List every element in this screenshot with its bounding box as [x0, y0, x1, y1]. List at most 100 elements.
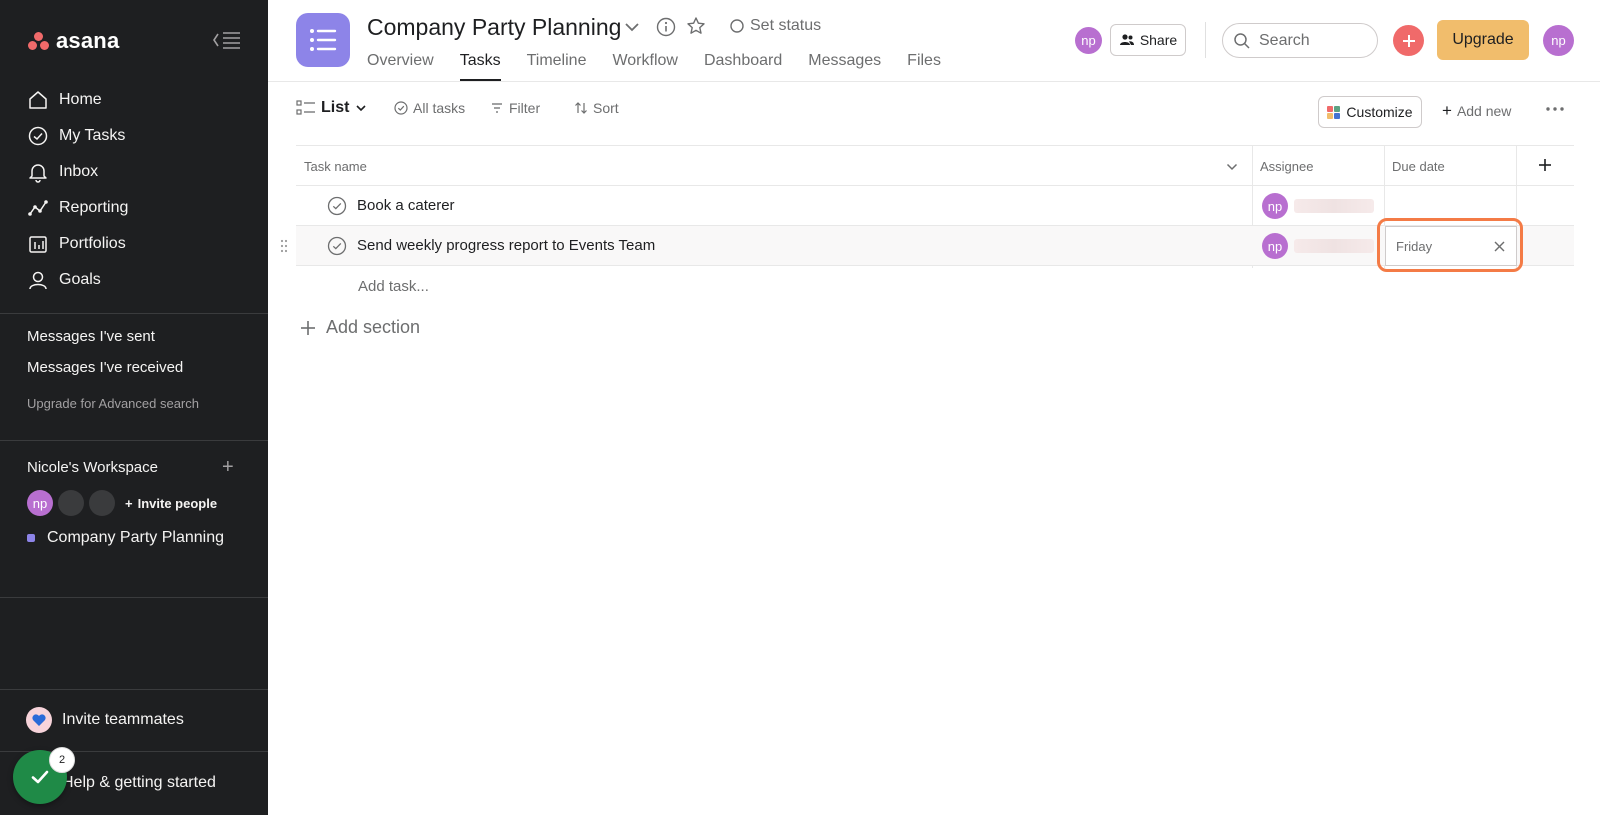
- check-circle-icon: [394, 101, 408, 115]
- messages-sent-link[interactable]: Messages I've sent: [27, 328, 155, 345]
- search-field[interactable]: [1222, 23, 1378, 58]
- share-label: Share: [1139, 32, 1178, 48]
- search-input[interactable]: [1259, 31, 1369, 50]
- view-toolbar: List All tasks Filter Sort Customize + A…: [268, 94, 1600, 130]
- sidebar-divider: [0, 597, 268, 598]
- table-row[interactable]: Book a caterer np: [296, 186, 1574, 226]
- add-task-input[interactable]: Add task...: [358, 278, 429, 295]
- task-name[interactable]: Book a caterer: [357, 197, 455, 214]
- collapse-sidebar-icon[interactable]: [212, 30, 242, 50]
- task-name[interactable]: Send weekly progress report to Events Te…: [357, 237, 655, 254]
- workspace-title[interactable]: Nicole's Workspace: [27, 459, 158, 476]
- asana-logo[interactable]: asana: [28, 28, 119, 54]
- assignee-name-redacted: [1294, 239, 1374, 253]
- status-circle-icon: [730, 19, 744, 33]
- filter-label: Filter: [509, 100, 541, 116]
- tab-workflow[interactable]: Workflow: [612, 52, 678, 81]
- filter-icon: [492, 103, 502, 113]
- due-date-field[interactable]: Friday: [1385, 226, 1517, 266]
- page-title: Company Party Planning: [367, 14, 622, 40]
- tab-tasks[interactable]: Tasks: [459, 52, 501, 81]
- sidebar-item-reporting[interactable]: Reporting: [18, 190, 250, 226]
- assignee-cell[interactable]: np: [1262, 233, 1374, 259]
- sort-button[interactable]: Sort: [574, 100, 619, 116]
- drag-handle-icon[interactable]: [280, 239, 288, 258]
- project-label: Company Party Planning: [47, 529, 224, 546]
- sidebar-nav: Home My Tasks Inbox Reporting Portfolios…: [18, 82, 250, 298]
- sidebar-item-inbox[interactable]: Inbox: [18, 154, 250, 190]
- all-tasks-filter[interactable]: All tasks: [394, 100, 465, 116]
- sidebar-item-label: Inbox: [59, 163, 99, 180]
- project-member-avatar[interactable]: np: [1075, 27, 1102, 54]
- sidebar-item-portfolios[interactable]: Portfolios: [18, 226, 250, 262]
- star-icon[interactable]: [686, 16, 706, 41]
- upgrade-button[interactable]: Upgrade: [1437, 20, 1529, 60]
- complete-task-checkbox[interactable]: [327, 236, 347, 256]
- more-options-icon[interactable]: [1544, 99, 1566, 119]
- goals-icon: [29, 271, 47, 290]
- notification-badge: 2: [49, 747, 75, 773]
- sidebar-item-home[interactable]: Home: [18, 82, 250, 118]
- sidebar-item-goals[interactable]: Goals: [18, 262, 250, 298]
- workspace-members: np + Invite people: [27, 490, 217, 516]
- tab-files[interactable]: Files: [907, 52, 941, 81]
- bell-icon: [29, 164, 47, 183]
- tab-overview[interactable]: Overview: [367, 52, 434, 81]
- search-icon: [1234, 32, 1250, 49]
- column-header-due-date[interactable]: Due date: [1384, 146, 1516, 186]
- customize-button[interactable]: Customize: [1318, 96, 1422, 128]
- create-button[interactable]: [1393, 25, 1424, 56]
- avatar: np: [1262, 193, 1288, 219]
- sidebar-divider: [0, 689, 268, 690]
- table-header: Task name Assignee Due date: [296, 145, 1574, 268]
- plus-icon: [301, 320, 315, 335]
- plus-icon: [1402, 34, 1415, 47]
- column-header-task-name[interactable]: Task name: [296, 146, 1252, 186]
- add-column-icon[interactable]: [1537, 157, 1553, 178]
- user-avatar[interactable]: np: [1543, 25, 1574, 56]
- table-row[interactable]: Send weekly progress report to Events Te…: [280, 218, 1574, 272]
- assignee-cell[interactable]: np: [1262, 193, 1374, 219]
- invite-people-button[interactable]: + Invite people: [125, 496, 217, 511]
- complete-task-checkbox[interactable]: [327, 196, 347, 216]
- sidebar-item-my-tasks[interactable]: My Tasks: [18, 118, 250, 154]
- check-circle-icon: [327, 236, 347, 256]
- sort-label: Sort: [593, 100, 619, 116]
- sidebar: asana Home My Tasks Inbox Reporting Port…: [0, 0, 268, 815]
- avatar-placeholder: [89, 490, 115, 516]
- set-status-button[interactable]: Set status: [730, 17, 821, 35]
- view-switcher[interactable]: List: [296, 99, 368, 117]
- sidebar-divider: [0, 313, 268, 314]
- column-header-assignee[interactable]: Assignee: [1252, 146, 1384, 186]
- info-icon[interactable]: [656, 17, 676, 42]
- sidebar-item-label: My Tasks: [59, 127, 126, 144]
- add-project-button[interactable]: +: [222, 456, 234, 479]
- add-new-label: Add new: [1456, 103, 1512, 119]
- chevron-down-icon[interactable]: [624, 20, 640, 39]
- project-color-dot: [27, 534, 35, 542]
- chevron-down-icon[interactable]: [1225, 160, 1239, 178]
- add-new-button[interactable]: + Add new: [1442, 101, 1511, 121]
- tab-dashboard[interactable]: Dashboard: [704, 52, 782, 81]
- project-list-icon: [296, 13, 350, 67]
- help-link[interactable]: Help & getting started: [62, 774, 216, 792]
- filter-button[interactable]: Filter: [490, 100, 540, 116]
- plus-icon: +: [125, 495, 133, 511]
- share-button[interactable]: Share: [1110, 24, 1186, 56]
- asana-logo-icon: [28, 32, 50, 50]
- invite-people-label: Invite people: [137, 495, 218, 511]
- avatar[interactable]: np: [27, 490, 53, 516]
- add-section-button[interactable]: Add section: [300, 317, 420, 338]
- tab-timeline[interactable]: Timeline: [527, 52, 587, 81]
- tab-messages[interactable]: Messages: [808, 52, 881, 81]
- upgrade-search-link[interactable]: Upgrade for Advanced search: [27, 396, 199, 411]
- logo-text: asana: [56, 28, 120, 53]
- sidebar-item-company-party-planning[interactable]: Company Party Planning: [27, 529, 224, 547]
- messages-received-link[interactable]: Messages I've received: [27, 359, 183, 376]
- close-icon[interactable]: [1493, 240, 1506, 253]
- invite-teammates-label: Invite teammates: [62, 711, 184, 728]
- assignee-name-redacted: [1294, 199, 1374, 213]
- add-task-row[interactable]: Add task...: [296, 266, 1574, 306]
- invite-teammates-button[interactable]: Invite teammates: [26, 707, 184, 733]
- set-status-label: Set status: [750, 17, 822, 34]
